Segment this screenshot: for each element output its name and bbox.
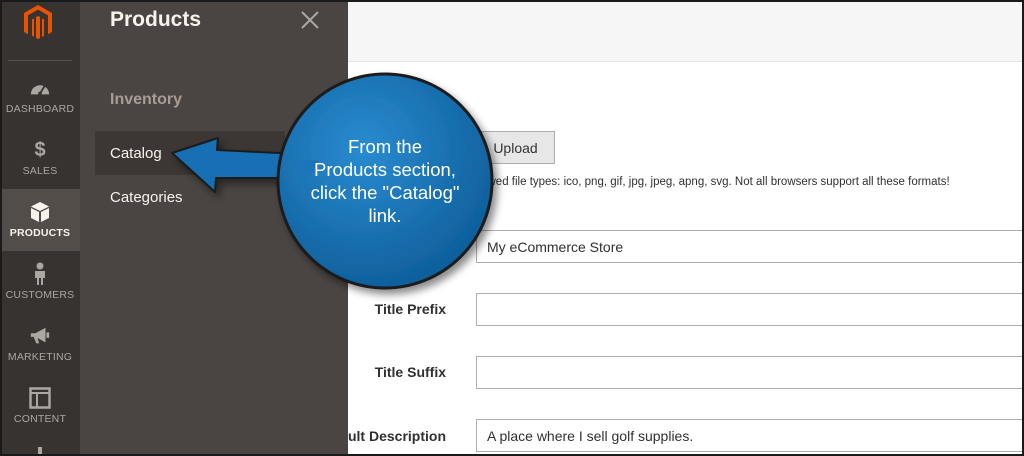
upload-button[interactable]: Upload: [476, 131, 555, 164]
nav-label-marketing: MARKETING: [7, 351, 73, 363]
title-prefix-input[interactable]: [476, 293, 1024, 326]
flyout-title: Products: [110, 8, 202, 31]
nav-item-dashboard[interactable]: DASHBOARD: [0, 65, 80, 127]
close-icon[interactable]: [298, 8, 322, 32]
nav-label-sales: SALES: [22, 165, 58, 177]
cube-icon: [29, 201, 51, 223]
default-description-label: ult Description: [347, 428, 446, 444]
magento-logo[interactable]: [18, 2, 58, 42]
categories-link[interactable]: Categories: [95, 175, 285, 219]
default-description-input[interactable]: A place where I sell golf supplies.: [476, 419, 1024, 452]
layout-icon: [29, 387, 51, 409]
dollar-icon: $: [34, 138, 46, 161]
megaphone-icon: [29, 325, 51, 347]
products-flyout-menu: Products Inventory Catalog Categories: [80, 0, 348, 456]
person-icon: [29, 262, 51, 285]
nav-item-marketing[interactable]: MARKETING: [0, 313, 80, 375]
inventory-section-heading: Inventory: [110, 91, 183, 108]
title-prefix-label: Title Prefix: [374, 301, 446, 317]
title-suffix-label: Title Suffix: [374, 364, 446, 380]
store-name-input[interactable]: My eCommerce Store: [476, 230, 1024, 263]
admin-sidebar: DASHBOARD $ SALES PRODUCTS CUSTOMERS MAR…: [0, 0, 80, 456]
nav-item-customers[interactable]: CUSTOMERS: [0, 251, 80, 313]
page-header: [340, 0, 1024, 62]
allowed-file-types-hint: llowed file types: ico, png, gif, jpg, j…: [476, 176, 950, 188]
nav-item-sales[interactable]: $ SALES: [0, 127, 80, 189]
logo-divider: [8, 60, 72, 61]
nav-label-dashboard: DASHBOARD: [5, 103, 75, 115]
nav-item-products[interactable]: PRODUCTS: [0, 189, 80, 251]
nav-item-content[interactable]: CONTENT: [0, 375, 80, 437]
title-suffix-input[interactable]: [476, 356, 1024, 389]
catalog-link[interactable]: Catalog: [95, 131, 285, 175]
dashboard-icon: [29, 77, 51, 99]
bar-chart-icon: [29, 445, 51, 456]
nav-item-reports[interactable]: [0, 437, 80, 456]
nav-label-customers: CUSTOMERS: [5, 289, 75, 301]
nav-label-content: CONTENT: [13, 413, 67, 425]
nav-label-products: PRODUCTS: [9, 227, 71, 239]
